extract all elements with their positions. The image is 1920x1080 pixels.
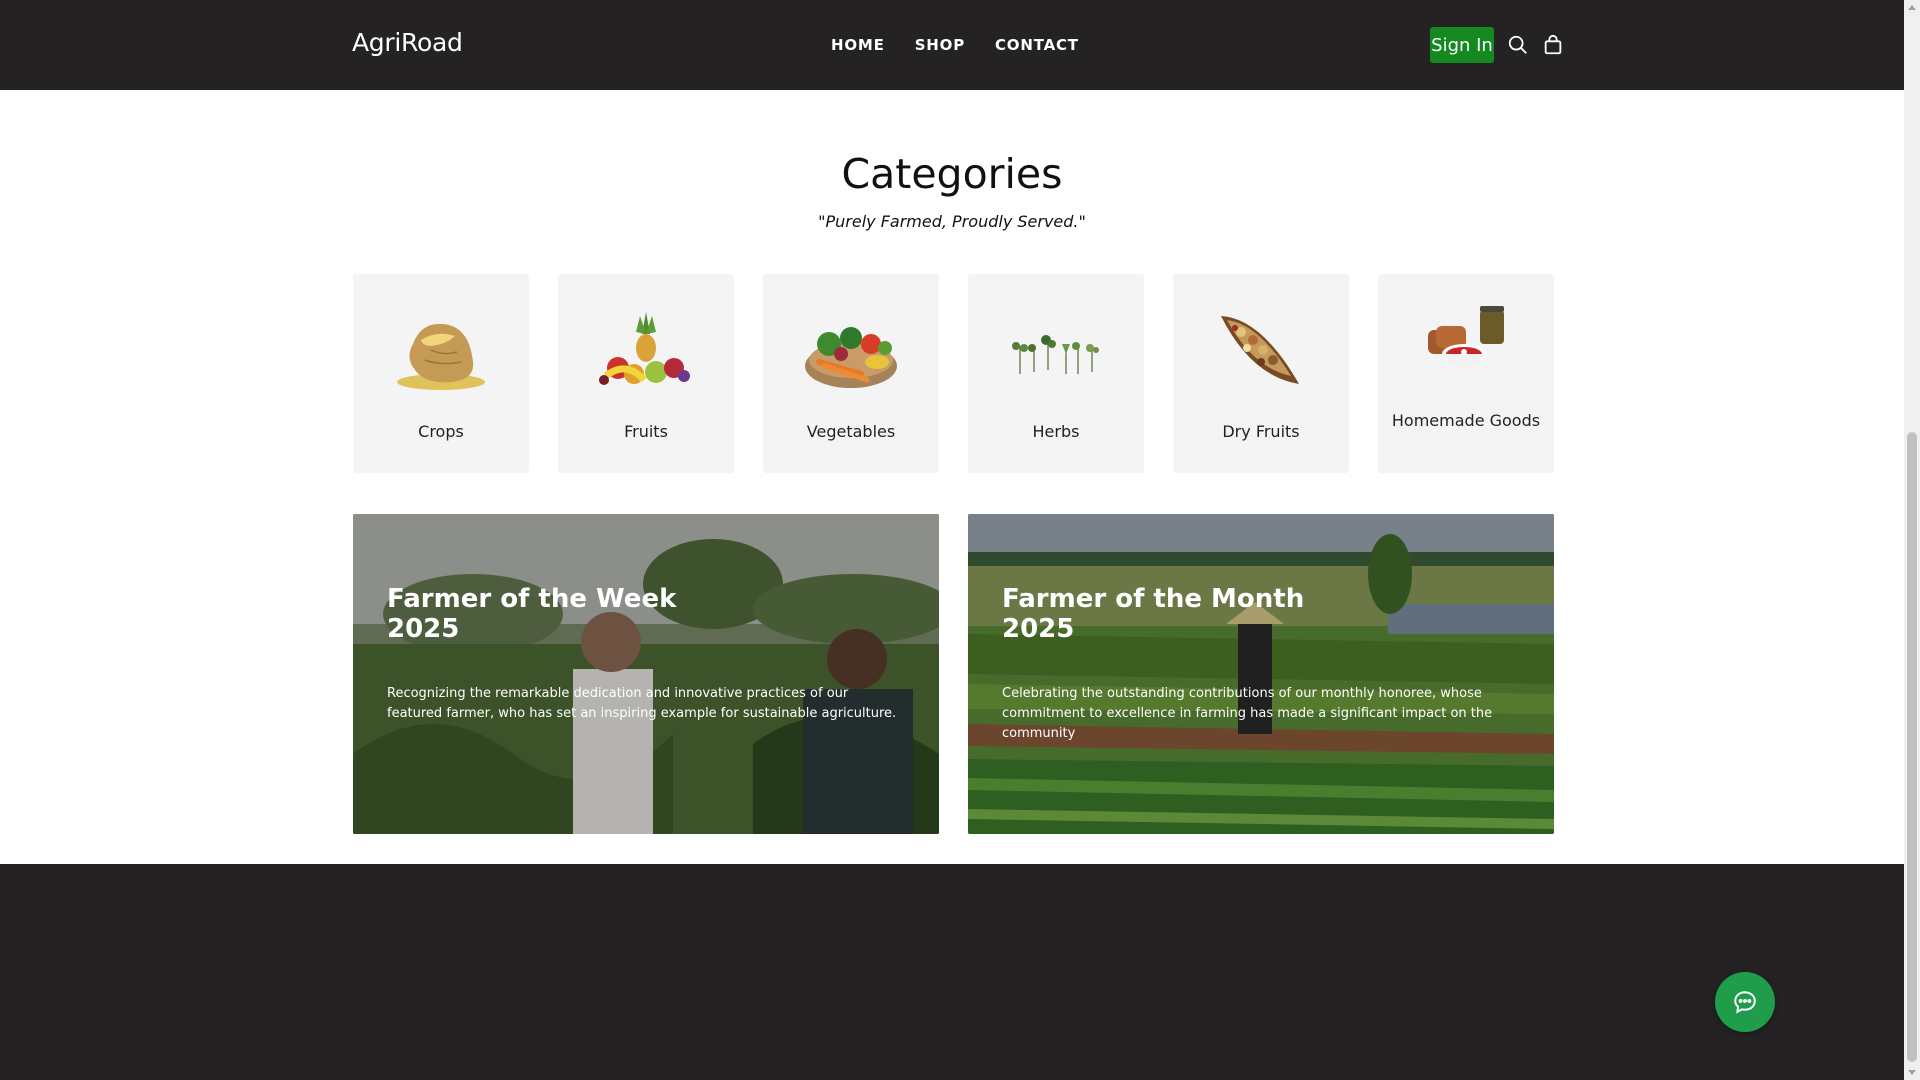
dry-fruits-image	[1211, 304, 1311, 394]
banner-title: Farmer of the Week 2025	[387, 584, 677, 644]
banner-description: Recognizing the remarkable dedication an…	[387, 686, 897, 721]
category-card-crops[interactable]: Crops	[353, 274, 529, 473]
nav-shop[interactable]: SHOP	[915, 36, 965, 54]
search-icon[interactable]	[1507, 34, 1529, 56]
site-logo[interactable]: AgriRoad	[352, 28, 463, 57]
nav-contact[interactable]: CONTACT	[995, 36, 1079, 54]
categories-heading: Categories	[841, 150, 1063, 198]
main-nav: HOME SHOP CONTACT	[831, 36, 1109, 54]
fruits-image	[596, 304, 696, 394]
vegetables-image	[801, 304, 901, 394]
top-navigation-bar: AgriRoad HOME SHOP CONTACT Sign In	[0, 0, 1904, 90]
farmer-of-the-week-banner[interactable]: Farmer of the Week 2025 Recognizing the …	[353, 514, 939, 834]
banner-title: Farmer of the Month 2025	[1002, 584, 1305, 644]
herbs-image	[1006, 304, 1106, 394]
nav-home[interactable]: HOME	[831, 36, 885, 54]
sign-in-button[interactable]: Sign In	[1430, 27, 1494, 63]
vertical-scrollbar[interactable]	[1904, 0, 1920, 1080]
scrollbar-thumb[interactable]	[1907, 432, 1917, 1062]
page-footer	[0, 864, 1904, 1080]
category-label: Fruits	[624, 422, 668, 441]
farmer-of-the-month-banner[interactable]: Farmer of the Month 2025 Celebrating the…	[968, 514, 1554, 834]
category-card-fruits[interactable]: Fruits	[558, 274, 734, 473]
banner-description: Celebrating the outstanding contribution…	[1002, 686, 1493, 741]
category-label: Herbs	[1032, 422, 1080, 441]
chat-bubble-icon[interactable]	[1715, 972, 1775, 1032]
category-card-homemade-goods[interactable]: Homemade Goods	[1378, 274, 1554, 473]
category-label: Homemade Goods	[1391, 411, 1541, 430]
crops-image	[391, 304, 491, 394]
category-label: Crops	[418, 422, 464, 441]
shopping-bag-icon[interactable]	[1542, 34, 1564, 56]
category-label: Vegetables	[806, 422, 896, 441]
scroll-up-arrow-icon[interactable]	[1908, 5, 1916, 10]
category-card-vegetables[interactable]: Vegetables	[763, 274, 939, 473]
category-label: Dry Fruits	[1222, 422, 1300, 441]
homemade-goods-image	[1416, 304, 1516, 394]
categories-tagline: "Purely Farmed, Proudly Served."	[818, 212, 1086, 231]
banner-overlay	[968, 514, 1554, 834]
scroll-down-arrow-icon[interactable]	[1908, 1070, 1916, 1075]
category-card-dry-fruits[interactable]: Dry Fruits	[1173, 274, 1349, 473]
category-card-herbs[interactable]: Herbs	[968, 274, 1144, 473]
banner-overlay	[353, 514, 939, 834]
